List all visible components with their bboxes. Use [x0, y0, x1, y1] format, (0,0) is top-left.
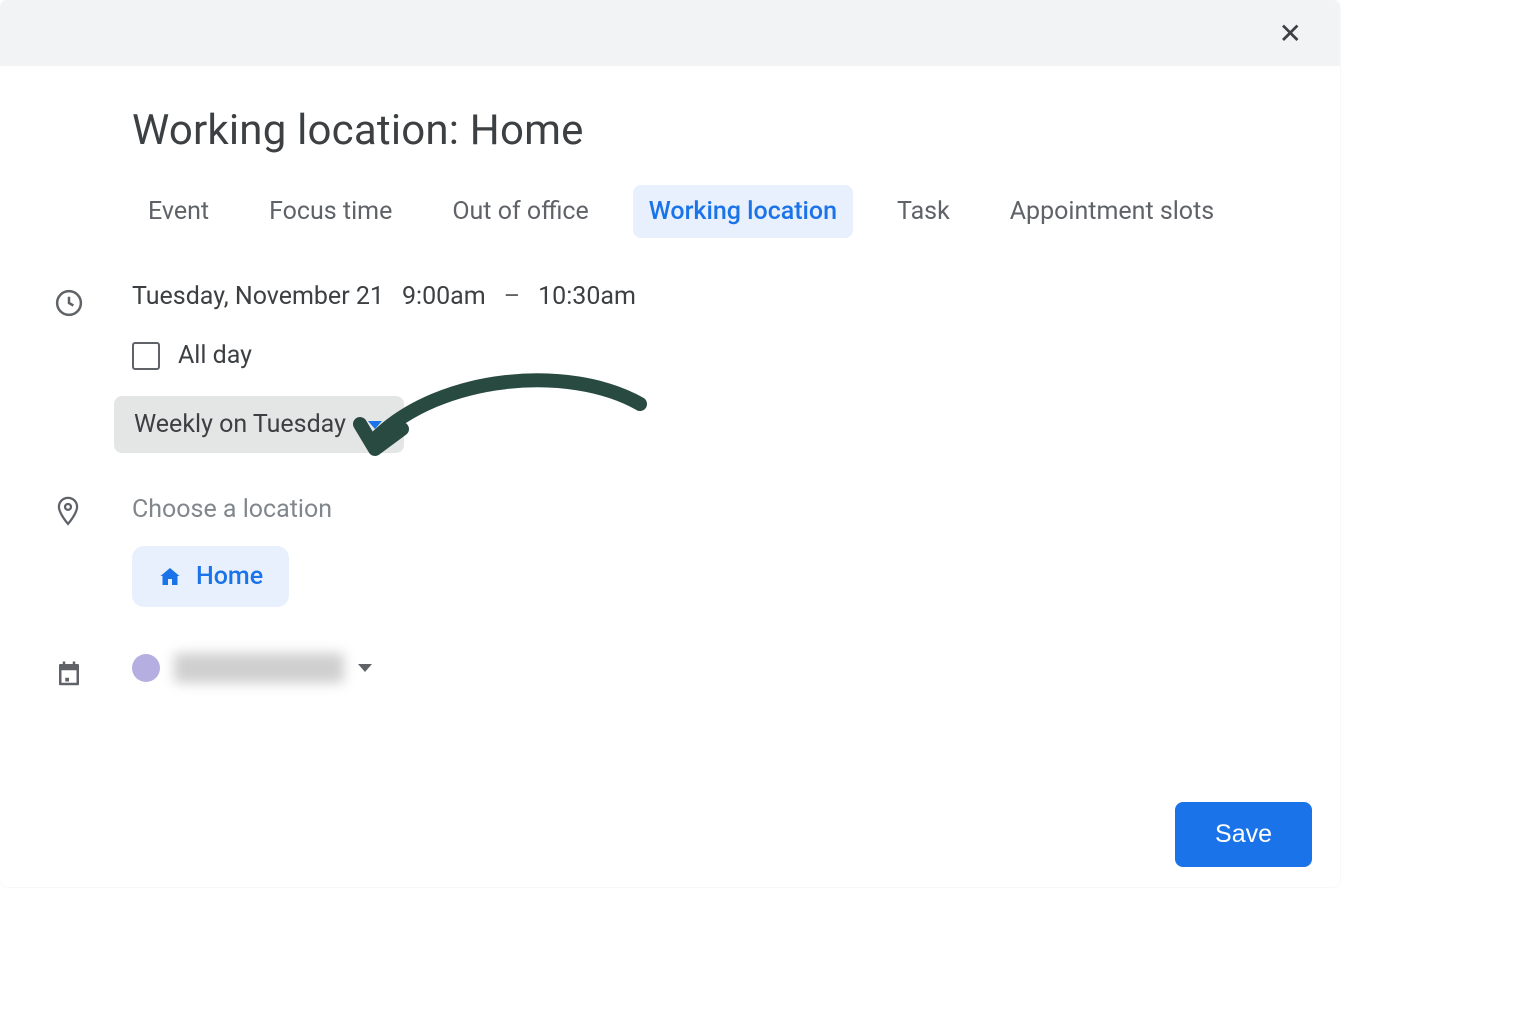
clock-icon: [48, 282, 132, 318]
page-title: Working location: Home: [0, 106, 1340, 185]
chevron-down-icon: [358, 664, 372, 672]
time-line: Tuesday, November 21 9:00am – 10:30am: [132, 282, 1340, 311]
all-day-checkbox[interactable]: [132, 342, 160, 370]
calendar-row: [0, 653, 1340, 689]
tab-working-location[interactable]: Working location: [633, 185, 853, 238]
start-time-field[interactable]: 9:00am: [402, 282, 486, 311]
tab-event[interactable]: Event: [132, 185, 225, 238]
location-row: Choose a location Home: [0, 489, 1340, 607]
location-chip-home[interactable]: Home: [132, 546, 289, 607]
tab-out-of-office[interactable]: Out of office: [436, 185, 604, 238]
end-time-field[interactable]: 10:30am: [538, 282, 636, 311]
chevron-down-icon: [368, 421, 382, 429]
calendar-select[interactable]: [132, 653, 1340, 683]
tab-focus-time[interactable]: Focus time: [253, 185, 408, 238]
save-button[interactable]: Save: [1175, 802, 1312, 867]
home-icon: [158, 565, 182, 589]
event-type-tabs: Event Focus time Out of office Working l…: [0, 185, 1340, 282]
all-day-toggle[interactable]: All day: [132, 341, 1340, 370]
tab-appointment-slots[interactable]: Appointment slots: [994, 185, 1230, 238]
location-prompt: Choose a location: [132, 489, 1340, 524]
recurrence-dropdown[interactable]: Weekly on Tuesday: [114, 396, 404, 453]
dialog-titlebar: ✕: [0, 0, 1340, 66]
time-separator: –: [504, 282, 520, 311]
all-day-label: All day: [178, 341, 252, 370]
time-row: Tuesday, November 21 9:00am – 10:30am Al…: [0, 282, 1340, 453]
tab-task[interactable]: Task: [881, 185, 966, 238]
location-chip-label: Home: [196, 562, 263, 591]
close-icon[interactable]: ✕: [1269, 11, 1312, 56]
recurrence-value: Weekly on Tuesday: [134, 410, 346, 439]
calendar-icon: [48, 653, 132, 689]
calendar-name-obscured: [174, 653, 344, 683]
location-pin-icon: [48, 489, 132, 529]
calendar-color-dot: [132, 654, 160, 682]
date-field[interactable]: Tuesday, November 21: [132, 282, 384, 311]
event-editor-dialog: ✕ Working location: Home Event Focus tim…: [0, 0, 1340, 887]
dialog-content: Working location: Home Event Focus time …: [0, 66, 1340, 689]
